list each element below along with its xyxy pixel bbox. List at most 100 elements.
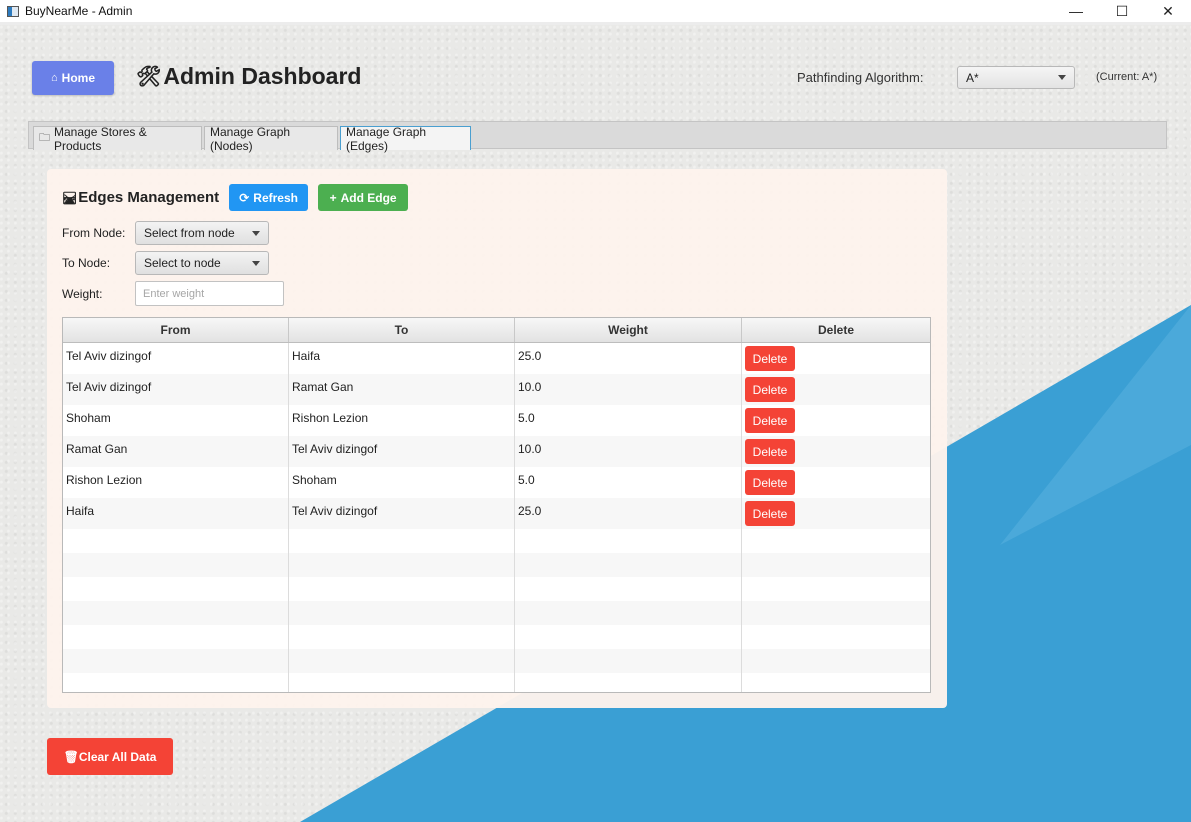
window-titlebar: BuyNearMe - Admin — ☐ ✕ <box>0 0 1191 22</box>
panel-title-text: Edges Management <box>78 189 220 206</box>
close-button[interactable]: ✕ <box>1145 0 1191 22</box>
to-node-value: Select to node <box>144 256 221 270</box>
cell-delete: Delete <box>742 436 930 467</box>
table-row[interactable]: Shoham Rishon Lezion 5.0 Delete <box>63 405 930 436</box>
refresh-icon: ⟳ <box>239 190 250 205</box>
empty-row <box>63 601 930 625</box>
column-header-from[interactable]: From <box>63 318 289 342</box>
tab-bar: 🗀 Manage Stores & Products Manage Graph … <box>28 121 1167 153</box>
delete-button[interactable]: Delete <box>745 377 795 402</box>
minimize-button[interactable]: — <box>1053 0 1099 22</box>
cell-weight: 25.0 <box>515 498 742 529</box>
maximize-button[interactable]: ☐ <box>1099 0 1145 22</box>
cell-from: Haifa <box>63 498 289 529</box>
add-edge-button[interactable]: + Add Edge <box>318 184 409 211</box>
delete-button[interactable]: Delete <box>745 408 795 433</box>
weight-label: Weight: <box>62 286 103 301</box>
refresh-label: Refresh <box>253 190 298 205</box>
delete-button[interactable]: Delete <box>745 501 795 526</box>
cell-to: Tel Aviv dizingof <box>289 498 515 529</box>
column-header-delete[interactable]: Delete <box>742 318 930 342</box>
cell-from: Tel Aviv dizingof <box>63 343 289 374</box>
table-row[interactable]: Haifa Tel Aviv dizingof 25.0 Delete <box>63 498 930 529</box>
weight-input[interactable] <box>135 281 284 306</box>
panel-header: 🛤 Edges Management ⟳ Refresh + Add Edge <box>62 184 409 211</box>
edges-table: From To Weight Delete Tel Aviv dizingof … <box>62 317 931 693</box>
table-header: From To Weight Delete <box>63 318 930 343</box>
window-controls: — ☐ ✕ <box>1053 0 1191 22</box>
chevron-down-icon <box>252 261 260 266</box>
delete-button[interactable]: Delete <box>745 346 795 371</box>
refresh-button[interactable]: ⟳ Refresh <box>229 184 309 211</box>
clear-all-data-label: Clear All Data <box>78 749 157 764</box>
cell-to: Shoham <box>289 467 515 498</box>
from-node-value: Select from node <box>144 226 235 240</box>
cell-to: Ramat Gan <box>289 374 515 405</box>
from-node-select[interactable]: Select from node <box>135 221 269 245</box>
railway-icon: 🛤 <box>62 190 78 205</box>
cell-weight: 5.0 <box>515 405 742 436</box>
table-row[interactable]: Ramat Gan Tel Aviv dizingof 10.0 Delete <box>63 436 930 467</box>
cell-to: Haifa <box>289 343 515 374</box>
table-row[interactable]: Tel Aviv dizingof Ramat Gan 10.0 Delete <box>63 374 930 405</box>
home-button[interactable]: ⌂ Home <box>32 61 114 95</box>
cell-from: Tel Aviv dizingof <box>63 374 289 405</box>
cell-from: Ramat Gan <box>63 436 289 467</box>
cell-delete: Delete <box>742 374 930 405</box>
algorithm-label: Pathfinding Algorithm: <box>797 70 924 85</box>
cell-from: Rishon Lezion <box>63 467 289 498</box>
to-node-row: To Node: Select to node <box>62 251 269 275</box>
trash-icon: 🗑 <box>63 749 79 764</box>
page-title: 🛠 Admin Dashboard <box>136 63 361 90</box>
edges-panel: 🛤 Edges Management ⟳ Refresh + Add Edge … <box>47 169 947 708</box>
tab-graph-nodes[interactable]: Manage Graph (Nodes) <box>204 124 338 153</box>
column-header-to[interactable]: To <box>289 318 515 342</box>
to-node-select[interactable]: Select to node <box>135 251 269 275</box>
delete-button[interactable]: Delete <box>745 439 795 464</box>
cell-delete: Delete <box>742 343 930 374</box>
empty-row <box>63 577 930 601</box>
tab-graph-edges[interactable]: Manage Graph (Edges) <box>340 124 471 153</box>
add-edge-label: Add Edge <box>340 190 397 205</box>
home-icon: ⌂ <box>51 72 58 84</box>
delete-button[interactable]: Delete <box>745 470 795 495</box>
cell-weight: 10.0 <box>515 374 742 405</box>
chevron-down-icon <box>1058 75 1066 80</box>
table-row[interactable]: Tel Aviv dizingof Haifa 25.0 Delete <box>63 343 930 374</box>
empty-row <box>63 529 930 553</box>
app-icon <box>7 5 19 17</box>
tab-label: Manage Stores & Products <box>54 124 147 153</box>
empty-row <box>63 553 930 577</box>
tab-label: Manage Graph (Nodes) <box>210 124 291 153</box>
cell-weight: 10.0 <box>515 436 742 467</box>
empty-row <box>63 625 930 649</box>
folder-icon: 🗀 <box>39 132 50 144</box>
column-header-weight[interactable]: Weight <box>515 318 742 342</box>
app-content: ⌂ Home 🛠 Admin Dashboard Pathfinding Alg… <box>0 25 1191 822</box>
tools-icon: 🛠 <box>136 66 162 88</box>
page-title-text: Admin Dashboard <box>163 63 362 89</box>
clear-all-data-button[interactable]: 🗑 Clear All Data <box>47 738 173 775</box>
cell-weight: 5.0 <box>515 467 742 498</box>
cell-delete: Delete <box>742 467 930 498</box>
cell-delete: Delete <box>742 498 930 529</box>
algorithm-value: A* <box>966 70 979 85</box>
cell-from: Shoham <box>63 405 289 436</box>
cell-to: Tel Aviv dizingof <box>289 436 515 467</box>
empty-row <box>63 649 930 673</box>
home-label: Home <box>61 71 95 85</box>
cell-weight: 25.0 <box>515 343 742 374</box>
cell-to: Rishon Lezion <box>289 405 515 436</box>
empty-row <box>63 673 930 692</box>
table-row[interactable]: Rishon Lezion Shoham 5.0 Delete <box>63 467 930 498</box>
chevron-down-icon <box>252 231 260 236</box>
panel-title: 🛤 Edges Management <box>62 189 219 206</box>
from-node-row: From Node: Select from node <box>62 221 269 245</box>
cell-delete: Delete <box>742 405 930 436</box>
algorithm-current: (Current: A*) <box>1096 71 1158 83</box>
algorithm-select[interactable]: A* <box>957 66 1075 89</box>
tab-stores-products[interactable]: 🗀 Manage Stores & Products <box>33 124 202 153</box>
tab-label: Manage Graph (Edges) <box>346 124 427 153</box>
window-title: BuyNearMe - Admin <box>25 4 133 18</box>
weight-row: Weight: <box>62 281 284 306</box>
